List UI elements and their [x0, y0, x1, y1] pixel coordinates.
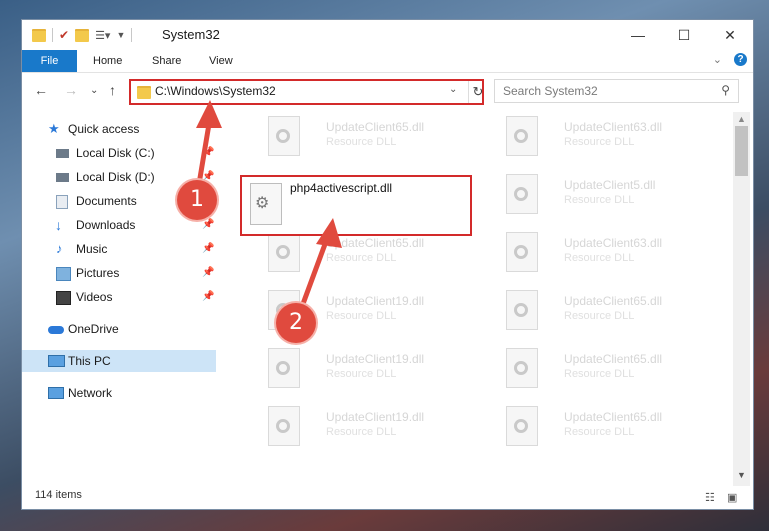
step-1-badge: 1 [177, 180, 217, 220]
step2-arrowhead [316, 218, 342, 248]
step2-arrow [297, 235, 331, 313]
annotation-arrows [195, 100, 342, 313]
step-2-badge: 2 [276, 303, 316, 343]
step1-arrowhead [196, 100, 222, 128]
step1-arrow [195, 117, 213, 191]
